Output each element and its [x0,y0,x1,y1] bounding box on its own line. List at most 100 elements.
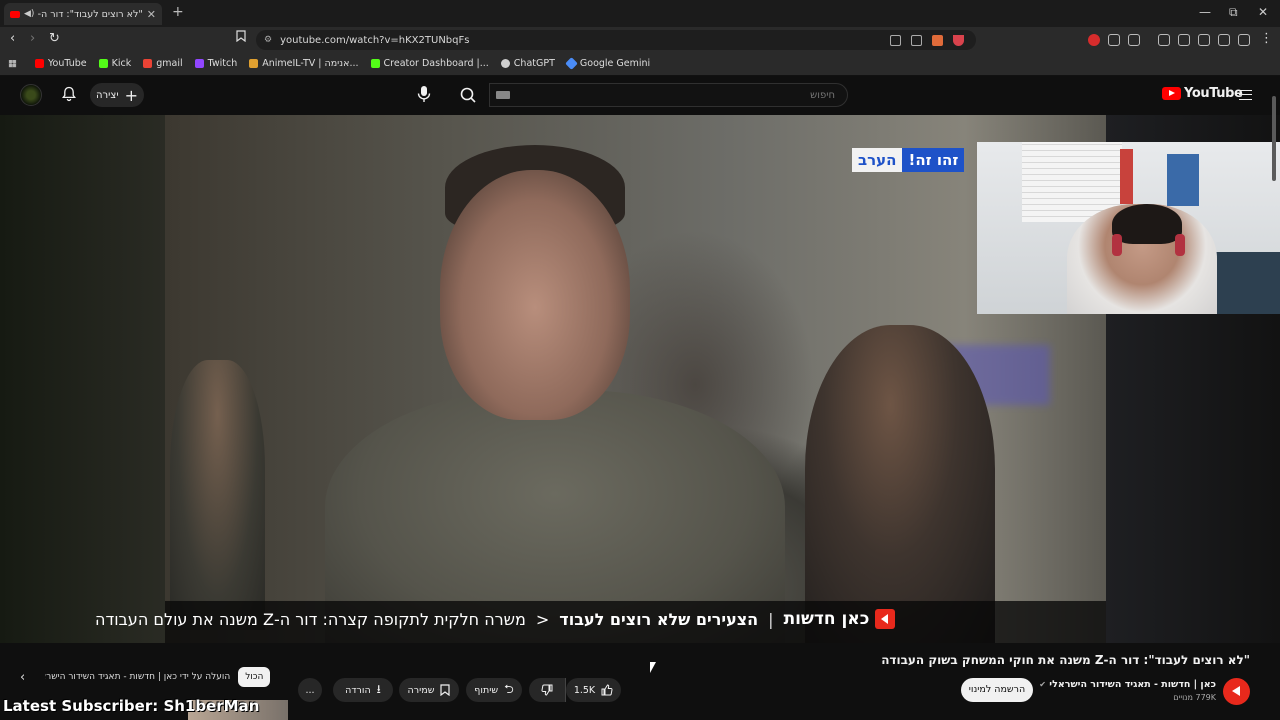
search-icon[interactable] [450,83,488,107]
bookmark-label: Google Gemini [579,58,651,69]
speaker-icon[interactable]: ◀) [24,9,34,19]
verified-icon: ✔ [1039,680,1046,689]
logo-text: YouTube [1184,86,1243,101]
translate-icon[interactable] [1128,34,1140,46]
download-button[interactable]: הורדה ⭳ [333,678,393,702]
save-bookmark-icon [440,684,451,696]
download-label: הורדה [345,684,371,696]
dislike-button[interactable] [529,678,566,702]
related-filter-chips: ‹ הועלה על ידי כאן | חדשות - תאגיד השידו… [20,665,271,689]
channel-name-text: כאן | חדשות - תאגיד השידור הישראלי [1049,679,1216,690]
subscribe-button[interactable]: הרשמה למינוי [961,678,1033,702]
tab-title: "לא רוצים לעבוד": דור ה-Z מ... [38,8,143,20]
bookmark-animeil[interactable]: AnimeIL-TV | אנימה... [249,58,359,69]
minimize-icon[interactable]: — [1199,5,1211,19]
account-avatar[interactable] [20,84,42,106]
youtube-favicon-icon [10,10,20,18]
bookmark-gmail[interactable]: gmail [143,58,183,69]
rewards-icon[interactable] [953,35,964,46]
chip-all[interactable]: הכול [238,667,271,687]
bookmark-label: Twitch [207,58,238,69]
channel-name[interactable]: כאן | חדשות - תאגיד השידור הישראלי ✔ [1039,679,1216,690]
more-actions-button[interactable]: ... [298,678,322,702]
download-icon: ⭳ [376,681,381,696]
reload-icon[interactable]: ↻ [49,31,60,46]
new-tab-button[interactable]: + [172,4,184,20]
kick-icon [98,59,108,68]
browser-tab-bar: ◀) "לא רוצים לעבוד": דור ה-Z מ... ✕ + — … [0,0,1280,27]
bookmark-creator-dashboard[interactable]: Creator Dashboard |... [370,58,489,69]
ticker-brand-text: כאן חדשות [783,609,870,629]
ticker-subtitle: משרה חלקית לתקופה קצרה: דור ה-Z משנה את … [95,609,526,629]
tab-close-icon[interactable]: ✕ [147,8,156,21]
thumbs-up-icon [601,684,613,696]
streamer-hair [1112,204,1182,244]
browser-toolbar: ‹ › ↻ ⚙ youtube.com/watch?v=hKX2TUNbqFs … [0,27,1280,52]
subject-head [440,170,630,420]
apps-grid-icon[interactable]: ▦ [8,58,17,69]
share-page-icon[interactable] [911,35,922,46]
chatgpt-icon [500,59,510,68]
channel-avatar[interactable] [1223,678,1250,705]
restore-icon[interactable]: ⧉ [1229,5,1238,20]
sidebar-icon[interactable] [1178,34,1190,46]
voice-search-mic-icon[interactable] [413,83,435,105]
leo-ai-icon[interactable] [1218,34,1230,46]
vpn-shield-icon[interactable] [1238,34,1250,46]
forward-icon[interactable]: › [30,31,35,46]
youtube-header: יצירה + YouTube [0,77,1280,115]
keyboard-icon[interactable] [496,91,510,99]
window-close-icon[interactable]: ✕ [1258,5,1268,19]
bookmark-label: ChatGPT [513,58,555,69]
bookmark-youtube[interactable]: YouTube [34,58,87,69]
create-button[interactable]: יצירה + [90,83,144,107]
search-input[interactable] [489,83,848,107]
badge-text-right: זהו זה! [902,148,965,172]
bookmark-gemini[interactable]: Google Gemini [565,57,651,70]
headset-icon [1112,234,1122,256]
gemini-icon [565,57,578,70]
extensions-icon[interactable] [1108,34,1120,46]
notifications-bell-icon[interactable] [61,86,77,102]
extension-record-icon[interactable] [1088,34,1100,46]
chip-uploaded-by[interactable]: הועלה על ידי כאן | חדשות - תאגיד השידור … [45,672,230,682]
ticker-brand: כאן חדשות [784,609,896,629]
back-icon[interactable]: ‹ [10,31,15,46]
guide-menu-icon[interactable] [1239,90,1252,100]
webcam-overlay [977,142,1280,314]
youtube-logo[interactable]: YouTube [1162,86,1243,101]
ticker-separator: | [768,609,774,629]
media-icon[interactable] [1158,34,1170,46]
like-button[interactable]: 1.5K [566,678,621,702]
bookmark-label: Creator Dashboard |... [383,58,489,69]
menu-kebab-icon[interactable]: ⋮ [1260,31,1273,46]
ticker-headline: הצעירים שלא רוצים לעבוד [559,609,759,629]
share-button[interactable]: שיתוף ⮌ [466,678,522,702]
site-info-icon[interactable]: ⚙ [264,35,272,45]
news-ticker: כאן חדשות | הצעירים שלא רוצים לעבוד < מש… [95,604,925,634]
bookmark-chatgpt[interactable]: ChatGPT [500,58,555,69]
chevron-left-icon[interactable]: ‹ [20,670,25,685]
ticker-chevron: < [535,609,550,629]
page-scrollbar[interactable] [1271,86,1277,706]
brave-shield-icon[interactable] [932,35,943,46]
browser-tab-active[interactable]: ◀) "לא רוצים לעבוד": דור ה-Z מ... ✕ [4,3,162,25]
latest-subscriber-overlay: Latest Subscriber: Sh1berMan [3,697,260,715]
bookmark-kick[interactable]: Kick [98,58,132,69]
bookmark-label: YouTube [47,58,87,69]
cast-icon[interactable] [890,35,901,46]
scrollbar-thumb[interactable] [1272,96,1276,181]
share-label: שיתוף [474,684,499,696]
bookmark-icon[interactable] [236,30,246,46]
save-button[interactable]: שמירה [399,678,459,702]
bookmark-twitch[interactable]: Twitch [194,58,238,69]
background-woman [805,325,995,643]
wallet-icon[interactable] [1198,34,1210,46]
video-frame: זהו זה! הערב [165,115,1106,643]
ambient-glow-left [0,115,165,643]
address-bar[interactable]: ⚙ youtube.com/watch?v=hKX2TUNbqFs [256,30,976,50]
kick-icon [370,59,380,68]
background-person [170,360,265,630]
twitch-icon [194,59,204,68]
bookmark-label: Kick [111,58,132,69]
